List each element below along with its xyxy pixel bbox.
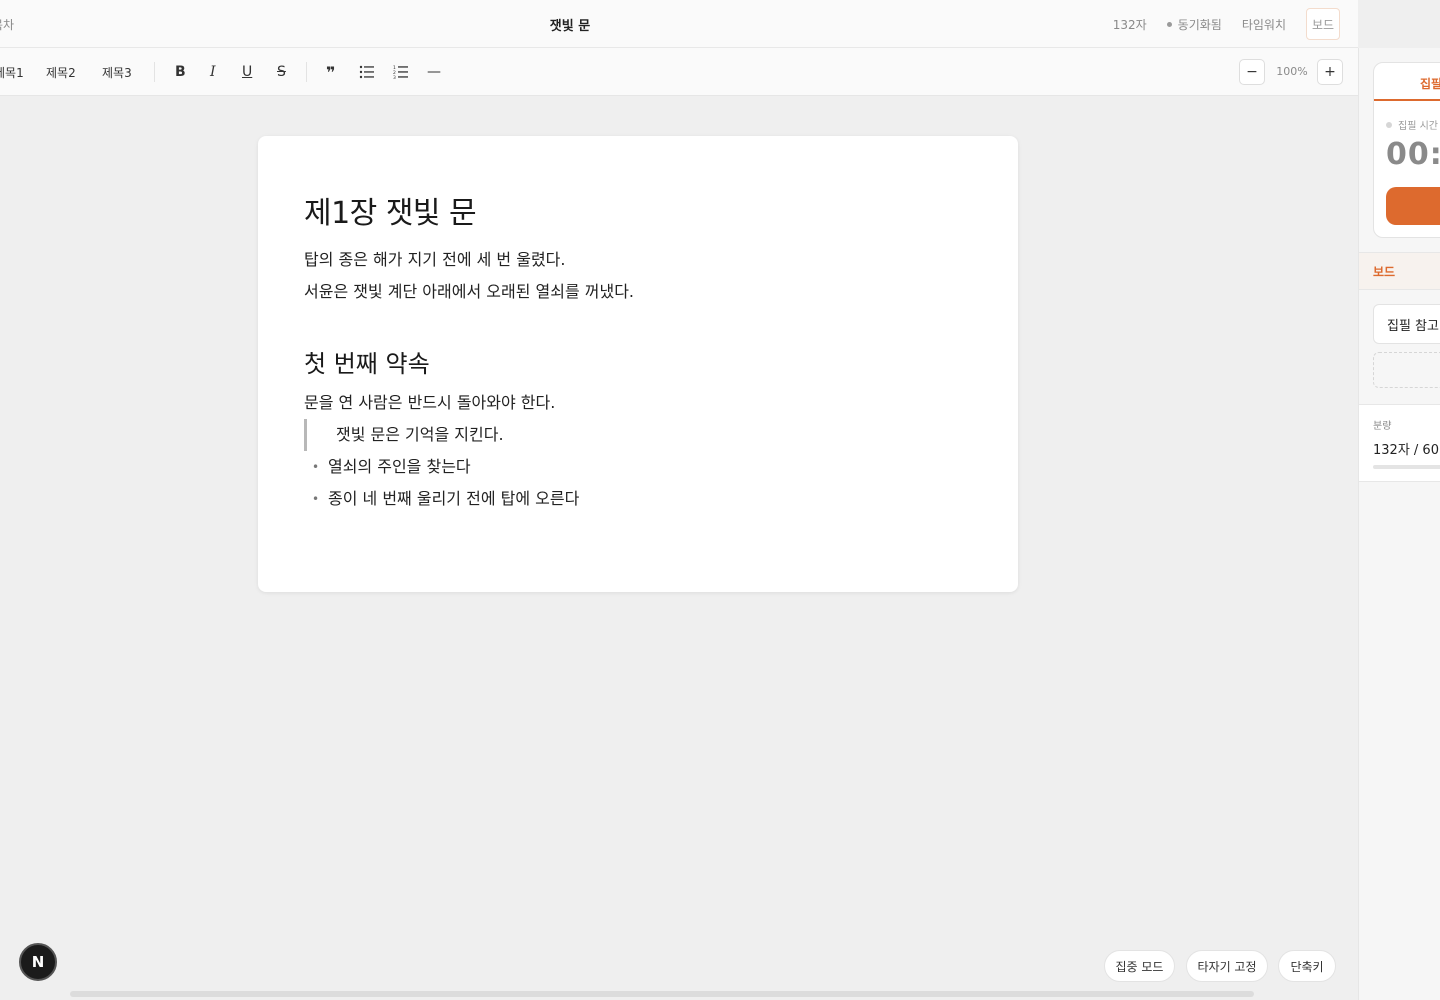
italic-button[interactable]: I [210, 48, 216, 96]
timer-tab[interactable]: 집필 [1374, 63, 1440, 101]
sync-status: 동기화됨 [1166, 16, 1222, 33]
chapter-heading: 제1장 잿빛 문 [304, 196, 477, 231]
blockquote: 잿빛 문은 기억을 지킨다. [304, 419, 972, 451]
shortcuts-button[interactable]: 단축키 [1278, 950, 1336, 982]
zoom-level: 100% [1276, 65, 1308, 78]
timer-card: 집필 집필 시간 00:0 [1373, 62, 1440, 238]
stopwatch-button[interactable]: 타임워치 [1242, 16, 1286, 33]
format-toolbar: 제목1 제목2 제목3 B I U S ❞ 1 2 3 — − 100% + [0, 48, 1358, 96]
timer-status-icon [1386, 121, 1392, 128]
top-bar: 목차 잿빛 문 132자 동기화됨 타임워치 보드 [0, 0, 1358, 48]
ordered-list-icon: 1 2 3 [393, 65, 408, 79]
timer-start-button[interactable] [1386, 187, 1440, 225]
toolbar-divider [306, 62, 307, 82]
ordered-list-button[interactable]: 1 2 3 [393, 48, 409, 96]
bold-button[interactable]: B [175, 48, 186, 96]
list-item: 종이 네 번째 울리기 전에 탑에 오른다 [304, 483, 972, 515]
editor-page[interactable]: 제1장 잿빛 문 탑의 종은 해가 지기 전에 세 번 울렸다. 서윤은 잿빛 … [258, 136, 1018, 592]
amount-label: 분량 [1373, 421, 1392, 432]
word-count-section: 분량 132자 / 60, [1359, 404, 1440, 482]
timer-value: 00:0 [1386, 137, 1440, 172]
add-card-placeholder[interactable] [1373, 352, 1440, 388]
top-right-group: 132자 동기화됨 타임워치 보드 [1093, 8, 1340, 40]
focus-mode-button[interactable]: 집중 모드 [1104, 950, 1175, 982]
document-title: 잿빛 문 [549, 19, 591, 34]
timer-label: 집필 시간 [1386, 117, 1438, 132]
amount-value: 132자 / 60, [1373, 443, 1440, 458]
board-toggle-button[interactable]: 보드 [1306, 8, 1340, 40]
list-item: 열쇠의 주인을 찾는다 [304, 451, 972, 483]
reference-card[interactable]: 집필 참고 [1373, 304, 1440, 344]
bullet-list: 열쇠의 주인을 찾는다 종이 네 번째 울리기 전에 탑에 오른다 [304, 451, 972, 515]
strikethrough-button[interactable]: S [277, 48, 286, 96]
amount-progress-bar [1373, 465, 1440, 469]
board-heading-label: 보드 [1373, 265, 1396, 279]
typewriter-lock-button[interactable]: 타자기 고정 [1186, 950, 1268, 982]
bullet-list-button[interactable] [359, 48, 375, 96]
bullet-list-icon [359, 65, 374, 79]
quote-button[interactable]: ❞ [326, 48, 335, 96]
heading3-button[interactable]: 제목3 [102, 48, 132, 96]
svg-text:3: 3 [393, 75, 396, 79]
right-panel: 집필 집필 시간 00:0 보드 집필 참고 분량 132자 / 60, [1358, 48, 1440, 1000]
section-heading: 첫 번째 약속 [304, 350, 430, 378]
sync-dot-icon [1166, 21, 1172, 27]
paragraph: 서윤은 잿빛 계단 아래에서 오래된 열쇠를 꺼냈다. [304, 282, 635, 301]
heading2-button[interactable]: 제목2 [46, 48, 76, 96]
horizontal-scrollbar[interactable] [70, 991, 1254, 997]
zoom-in-button[interactable]: + [1317, 59, 1343, 85]
paragraph: 탑의 종은 해가 지기 전에 세 번 울렸다. [304, 250, 566, 269]
sync-status-label: 동기화됨 [1177, 17, 1222, 32]
toolbar-divider [154, 62, 155, 82]
timer-label-text: 집필 시간 [1398, 121, 1438, 132]
horizontal-rule-button[interactable]: — [427, 48, 441, 96]
heading1-button[interactable]: 제목1 [0, 48, 24, 96]
board-heading: 보드 [1359, 252, 1440, 290]
char-count: 132자 [1112, 17, 1147, 32]
app-root: 목차 잿빛 문 132자 동기화됨 타임워치 보드 제목1 제목2 제목3 B … [0, 0, 1440, 1000]
n-logo-icon[interactable]: N [19, 943, 57, 981]
zoom-out-button[interactable]: − [1239, 59, 1265, 85]
underline-button[interactable]: U [242, 48, 252, 96]
paragraph: 문을 연 사람은 반드시 돌아와야 한다. [304, 393, 556, 412]
